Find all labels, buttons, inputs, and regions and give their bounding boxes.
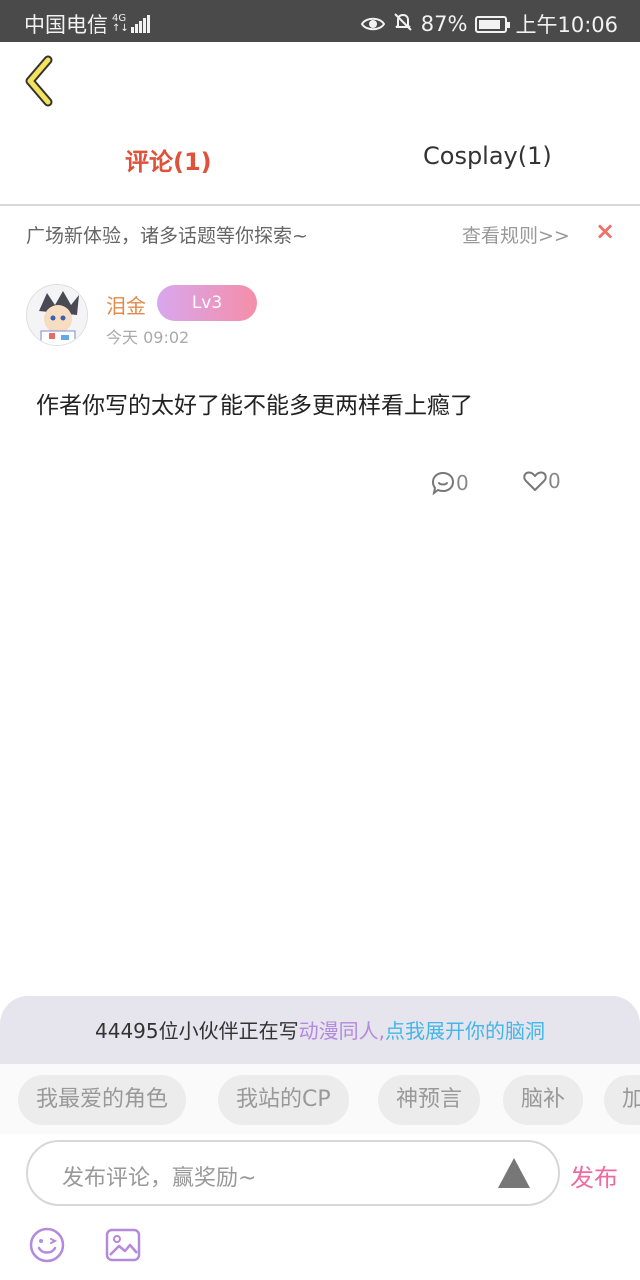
battery-fill <box>479 19 501 29</box>
status-bar: 中国电信 4G ↑↓ 87% 上午10:06 <box>0 0 640 42</box>
battery-icon <box>475 15 511 33</box>
image-button[interactable] <box>104 1226 142 1264</box>
level-badge: Lv3 <box>157 285 257 321</box>
like-button[interactable]: 0 <box>522 468 561 494</box>
triangle-icon[interactable] <box>498 1158 530 1188</box>
promo-highlight-2: 点我展开你的脑洞 <box>384 1019 545 1043</box>
comment-time: 今天 09:02 <box>106 328 190 347</box>
battery-percent: 87% <box>420 12 468 36</box>
topic-chip[interactable]: 我站的CP <box>218 1075 349 1125</box>
topic-chip[interactable]: 我最爱的角色 <box>18 1075 187 1125</box>
topic-chip[interactable]: 脑补 <box>503 1075 584 1125</box>
reply-button[interactable]: 0 <box>430 470 469 496</box>
send-button[interactable]: 发布 <box>570 1158 618 1193</box>
heart-icon <box>523 471 547 491</box>
topic-chip[interactable]: 加 <box>604 1075 640 1125</box>
comment-text: 作者你写的太好了能不能多更两样看上瘾了 <box>36 393 473 419</box>
avatar[interactable] <box>26 284 88 346</box>
topic-chips: 我最爱的角色 我站的CP 神预言 脑补 加 <box>0 1064 640 1134</box>
view-rules-link[interactable]: 查看规则>> <box>462 221 570 248</box>
image-icon <box>105 1228 141 1262</box>
tab-bar: 评论(1) Cosplay(1) <box>0 118 640 206</box>
comment-input[interactable]: 发布评论，赢奖励~ <box>26 1140 560 1206</box>
notice-text: 广场新体验，诸多话题等你探索~ <box>26 225 308 247</box>
reply-count: 0 <box>456 471 469 495</box>
close-icon[interactable]: × <box>595 217 615 245</box>
avatar-image <box>27 285 87 345</box>
like-count: 0 <box>548 469 561 493</box>
input-placeholder: 发布评论，赢奖励~ <box>62 1166 257 1191</box>
promo-highlight-1: 动漫同人, <box>298 1019 385 1043</box>
notice-banner: 广场新体验，诸多话题等你探索~ 查看规则>> × <box>0 208 640 260</box>
promo-count-text: 44495位小伙伴正在写 <box>95 1019 299 1043</box>
network-arrows: ↑↓ <box>112 23 129 34</box>
promo-banner[interactable]: 44495位小伙伴正在写动漫同人,点我展开你的脑洞 <box>0 996 640 1064</box>
comment-bubble-icon <box>431 471 455 496</box>
eye-icon <box>360 17 385 31</box>
topic-chip[interactable]: 神预言 <box>378 1075 481 1125</box>
smiley-icon <box>29 1227 65 1263</box>
clock: 上午10:06 <box>515 13 618 37</box>
carrier-label: 中国电信 <box>24 13 108 37</box>
emoji-button[interactable] <box>28 1226 66 1264</box>
status-right: 87% 上午10:06 <box>360 9 618 39</box>
tab-cosplay[interactable]: Cosplay(1) <box>423 142 552 170</box>
tab-comments[interactable]: 评论(1) <box>125 142 212 177</box>
comment-username[interactable]: 泪金 <box>106 290 146 319</box>
network-indicator: 4G ↑↓ <box>112 14 129 34</box>
bell-muted-icon <box>394 12 412 31</box>
back-button[interactable] <box>20 54 64 108</box>
status-left: 中国电信 4G ↑↓ <box>24 9 151 39</box>
signal-icon <box>130 15 151 33</box>
chevron-left-icon <box>25 55 53 107</box>
